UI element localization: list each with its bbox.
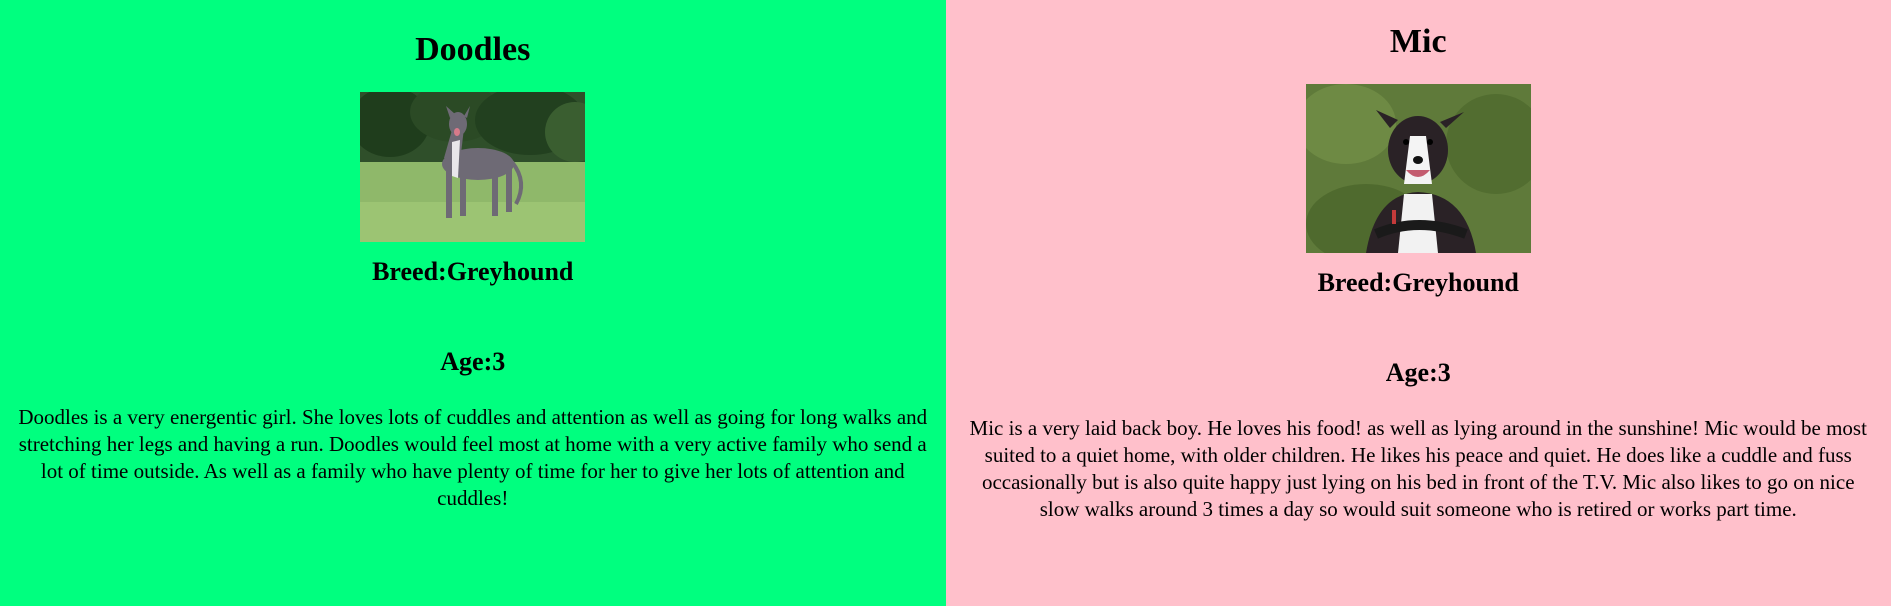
dog-breed: Breed:Greyhound	[1317, 268, 1519, 297]
dog-photo-icon	[1305, 84, 1531, 253]
dog-name: Doodles	[415, 31, 531, 68]
dog-bio: Doodles is a very energentic girl. She l…	[18, 405, 928, 510]
dog-card-mic: Mic Breed:Greyhound Age:3 Mic is a very …	[945, 0, 1891, 606]
dog-age: Age:3	[440, 347, 506, 376]
dog-photo-icon	[360, 92, 586, 242]
dog-profiles-page: Doodles Breed:Greyhound Age:3 Doodles is…	[0, 0, 1891, 606]
dog-age: Age:3	[1385, 358, 1451, 387]
dog-name: Mic	[1389, 23, 1447, 60]
dog-card-doodles: Doodles Breed:Greyhound Age:3 Doodles is…	[0, 0, 946, 606]
dog-bio: Mic is a very laid back boy. He loves hi…	[969, 416, 1867, 521]
dog-breed: Breed:Greyhound	[372, 257, 574, 286]
